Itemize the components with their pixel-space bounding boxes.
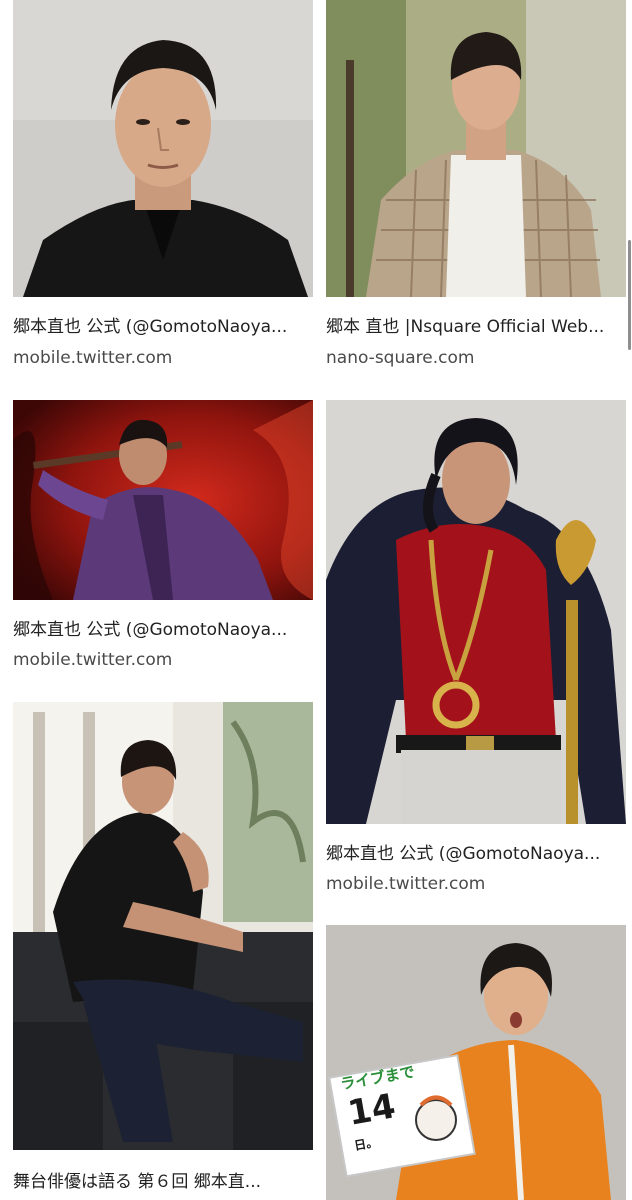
sign-number: 14	[344, 1086, 399, 1134]
result-domain: mobile.twitter.com	[13, 650, 173, 670]
result-card[interactable]: 舞台俳優は語る 第６回 郷本直...	[13, 702, 313, 1200]
scrollbar[interactable]	[628, 240, 631, 350]
result-card[interactable]: 郷本 直也 |Nsquare Official Web... nano-squa…	[326, 0, 626, 372]
result-domain: nano-square.com	[326, 348, 475, 368]
result-image[interactable]: ライブまで 14 日。	[326, 925, 626, 1200]
result-title[interactable]: 郷本直也 公式 (@GomotoNaoya...	[326, 844, 626, 864]
result-image[interactable]	[13, 0, 313, 297]
result-card[interactable]: 郷本直也 公式 (@GomotoNaoya... mobile.twitter.…	[13, 0, 313, 372]
result-image[interactable]	[13, 400, 313, 600]
result-image[interactable]	[326, 400, 626, 824]
result-title[interactable]: 郷本直也 公式 (@GomotoNaoya...	[13, 317, 313, 337]
result-title[interactable]: 郷本直也 公式 (@GomotoNaoya...	[13, 620, 313, 640]
result-title[interactable]: 郷本 直也 |Nsquare Official Web...	[326, 317, 626, 337]
result-title[interactable]: 舞台俳優は語る 第６回 郷本直...	[13, 1172, 313, 1192]
result-card[interactable]: ライブまで 14 日。	[326, 925, 626, 1200]
result-image[interactable]	[326, 0, 626, 297]
result-card[interactable]: 郷本直也 公式 (@GomotoNaoya... mobile.twitter.…	[13, 400, 313, 675]
result-card[interactable]: 郷本直也 公式 (@GomotoNaoya... mobile.twitter.…	[326, 400, 626, 897]
result-image[interactable]	[13, 702, 313, 1150]
result-domain: mobile.twitter.com	[326, 874, 486, 894]
result-domain: mobile.twitter.com	[13, 348, 173, 368]
